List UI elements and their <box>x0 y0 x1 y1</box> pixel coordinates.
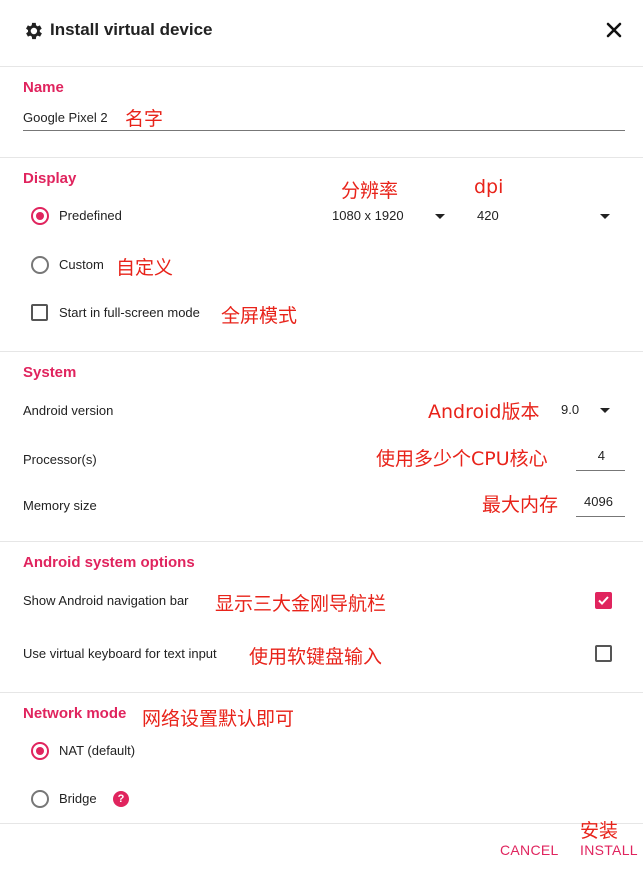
memory-value: 4096 <box>584 494 613 509</box>
fullscreen-note: 全屏模式 <box>221 305 298 327</box>
checkmark-icon <box>598 596 609 605</box>
virtual-keyboard-label: Use virtual keyboard for text input <box>23 646 217 661</box>
name-input[interactable]: Google Pixel 2 <box>23 108 625 131</box>
network-note: 网络设置默认即可 <box>142 708 295 730</box>
processor-label: Processor(s) <box>23 452 97 467</box>
help-icon[interactable]: ? <box>113 791 129 807</box>
resolution-value: 1080 x 1920 <box>332 208 404 223</box>
display-section-title: Display <box>23 170 77 187</box>
bridge-label: Bridge <box>59 791 97 806</box>
nav-bar-checkbox[interactable] <box>595 592 612 609</box>
dialog-title: Install virtual device <box>50 20 213 39</box>
chevron-down-icon <box>435 214 445 219</box>
install-note: 安装 <box>580 820 619 842</box>
divider <box>0 351 643 352</box>
divider <box>0 66 643 67</box>
processor-input[interactable]: 4 <box>576 448 625 471</box>
close-icon[interactable] <box>604 20 624 40</box>
memory-label: Memory size <box>23 498 97 513</box>
predefined-radio[interactable] <box>31 207 49 225</box>
name-input-value: Google Pixel 2 <box>23 110 108 125</box>
android-version-select[interactable]: 9.0 <box>561 400 613 422</box>
dpi-note: dpi <box>474 176 504 198</box>
name-section-title: Name <box>23 79 64 96</box>
custom-radio[interactable] <box>31 256 49 274</box>
system-section-title: System <box>23 364 77 381</box>
divider <box>0 157 643 158</box>
android-version-value: 9.0 <box>561 402 580 417</box>
virtual-keyboard-note: 使用软键盘输入 <box>249 646 383 668</box>
install-button[interactable]: INSTALL <box>580 842 638 858</box>
nat-radio[interactable] <box>31 742 49 760</box>
resolution-select[interactable]: 1080 x 1920 <box>332 206 447 228</box>
divider <box>0 823 643 824</box>
gear-icon <box>26 22 42 40</box>
nat-label: NAT (default) <box>59 743 136 758</box>
fullscreen-checkbox[interactable] <box>31 304 48 321</box>
processor-value: 4 <box>597 448 605 463</box>
android-options-section-title: Android system options <box>23 554 195 571</box>
custom-label: Custom <box>59 257 104 272</box>
chevron-down-icon <box>600 214 610 219</box>
virtual-keyboard-checkbox[interactable] <box>595 645 612 662</box>
cancel-button[interactable]: CANCEL <box>500 842 559 858</box>
divider <box>0 541 643 542</box>
memory-input[interactable]: 4096 <box>576 494 625 517</box>
fullscreen-label: Start in full-screen mode <box>59 305 200 320</box>
nav-bar-label: Show Android navigation bar <box>23 593 189 608</box>
name-note: 名字 <box>125 108 164 130</box>
chevron-down-icon <box>600 408 610 413</box>
dpi-value: 420 <box>477 208 499 223</box>
android-version-label: Android version <box>23 403 114 418</box>
bridge-radio[interactable] <box>31 790 49 808</box>
predefined-label: Predefined <box>59 208 122 223</box>
divider <box>0 692 643 693</box>
network-section-title: Network mode <box>23 705 127 722</box>
memory-note: 最大内存 <box>482 494 559 516</box>
dpi-select[interactable]: 420 <box>477 206 612 228</box>
custom-note: 自定义 <box>116 257 174 279</box>
processor-note: 使用多少个CPU核心 <box>376 448 548 470</box>
nav-bar-note: 显示三大金刚导航栏 <box>215 593 387 615</box>
android-version-note: Android版本 <box>428 401 540 423</box>
resolution-note: 分辨率 <box>341 180 399 202</box>
